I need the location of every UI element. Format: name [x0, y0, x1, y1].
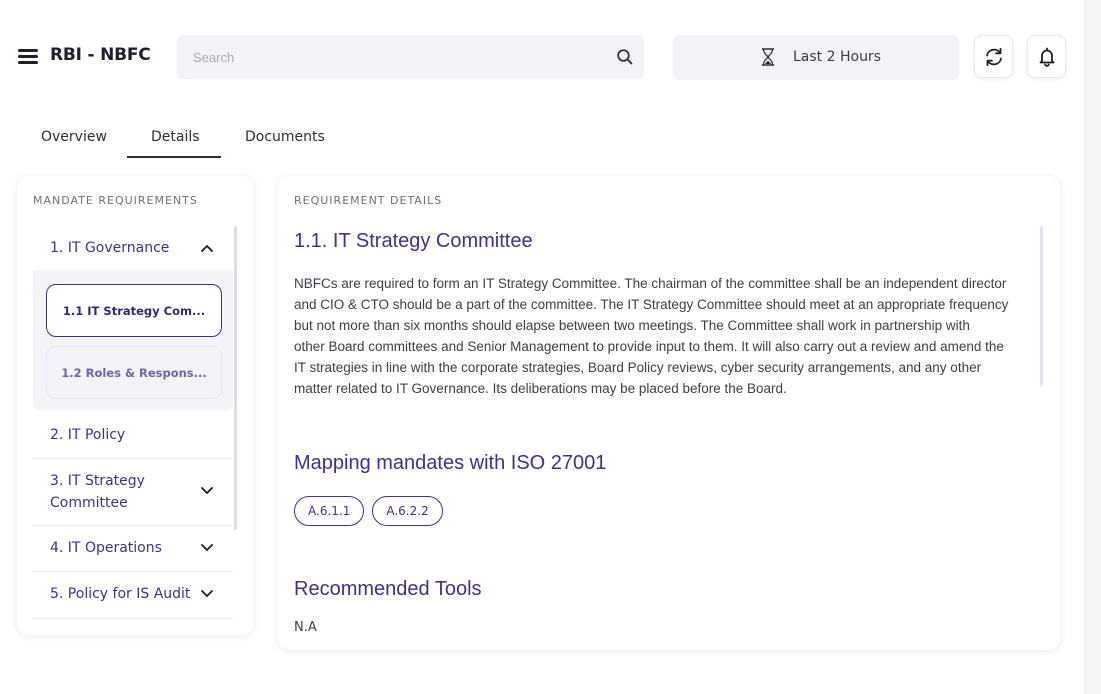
description-line: IT strategies in line with the corporate… — [294, 360, 982, 375]
iso-tags: A.6.1.1 A.6.2.2 — [294, 496, 443, 526]
mandate-requirements-heading: MANDATE REQUIREMENTS — [33, 194, 198, 207]
chevron-down-icon[interactable] — [200, 589, 214, 599]
refresh-icon — [986, 47, 1002, 67]
app-title: RBI - NBFC — [50, 45, 151, 65]
left-panel-scrollbar[interactable] — [234, 226, 237, 530]
description-line: other Board committees and Senior Manage… — [294, 339, 1004, 354]
tab-details[interactable]: Details — [151, 129, 200, 145]
requirement-details-panel: REQUIREMENT DETAILS 1.1. IT Strategy Com… — [278, 176, 1060, 650]
nav-item-it-strategy-committee[interactable]: 3. IT Strategy Committee — [33, 470, 233, 514]
recommended-tools-title: Recommended Tools — [294, 578, 482, 600]
tab-documents[interactable]: Documents — [245, 129, 325, 145]
sub-item-it-strategy-committee[interactable]: 1.1 IT Strategy Com... — [46, 284, 222, 337]
notification-button[interactable] — [1027, 35, 1066, 78]
iso-tag[interactable]: A.6.1.1 — [294, 496, 365, 526]
requirement-title: 1.1. IT Strategy Committee — [294, 230, 533, 252]
tab-overview[interactable]: Overview — [41, 129, 107, 145]
chevron-down-icon[interactable] — [200, 543, 214, 553]
details-scrollbar[interactable] — [1040, 226, 1043, 386]
time-range-label: Last 2 Hours — [793, 49, 881, 65]
search-box — [177, 35, 644, 79]
iso-tag[interactable]: A.6.2.2 — [372, 496, 443, 526]
divider — [33, 458, 233, 459]
nav-item-label: 1. IT Governance — [50, 240, 170, 256]
search-icon[interactable] — [616, 48, 634, 66]
chevron-up-icon[interactable] — [200, 243, 214, 253]
divider — [33, 525, 233, 526]
requirement-description: NBFCs are required to form an IT Strateg… — [294, 273, 1042, 399]
nav-item-policy-for-is-audit[interactable]: 5. Policy for IS Audit — [33, 583, 233, 605]
active-tab-indicator — [127, 156, 221, 158]
nav-item-label: 4. IT Operations — [50, 540, 162, 556]
menu-icon[interactable] — [18, 49, 38, 65]
bell-icon — [1039, 47, 1055, 67]
nav-item-it-policy[interactable]: 2. IT Policy — [33, 424, 233, 446]
refresh-button[interactable] — [974, 35, 1013, 78]
divider — [33, 618, 233, 619]
time-range-selector[interactable]: Last 2 Hours — [673, 35, 959, 80]
nav-item-it-governance[interactable]: 1. IT Governance — [33, 237, 233, 259]
description-line: and CIO & CTO should be a part of the co… — [294, 297, 1009, 312]
divider — [33, 571, 233, 572]
description-line: matter related to IT Governance. Its del… — [294, 381, 787, 396]
app-window: RBI - NBFC Last 2 Hours — [0, 0, 1083, 694]
description-line: but not more than six months should elap… — [294, 318, 970, 333]
description-line: NBFCs are required to form an IT Strateg… — [294, 276, 1007, 291]
mapping-title: Mapping mandates with ISO 27001 — [294, 452, 607, 474]
hourglass-icon — [762, 48, 774, 66]
sub-item-roles-responsibilities[interactable]: 1.2 Roles & Respons... — [46, 346, 222, 399]
search-input[interactable] — [177, 35, 597, 79]
nav-item-label: 5. Policy for IS Audit — [50, 586, 191, 602]
nav-item-it-operations[interactable]: 4. IT Operations — [33, 537, 233, 559]
mandate-requirements-panel: MANDATE REQUIREMENTS 1. IT Governance 1.… — [17, 176, 254, 635]
requirement-details-heading: REQUIREMENT DETAILS — [294, 194, 443, 207]
recommended-tools-value: N.A — [294, 620, 317, 635]
page-scrollbar[interactable] — [1083, 0, 1101, 694]
nav-item-label: 2. IT Policy — [50, 427, 126, 443]
chevron-down-icon[interactable] — [200, 486, 214, 496]
nav-item-label: 3. IT Strategy Committee — [50, 473, 145, 511]
